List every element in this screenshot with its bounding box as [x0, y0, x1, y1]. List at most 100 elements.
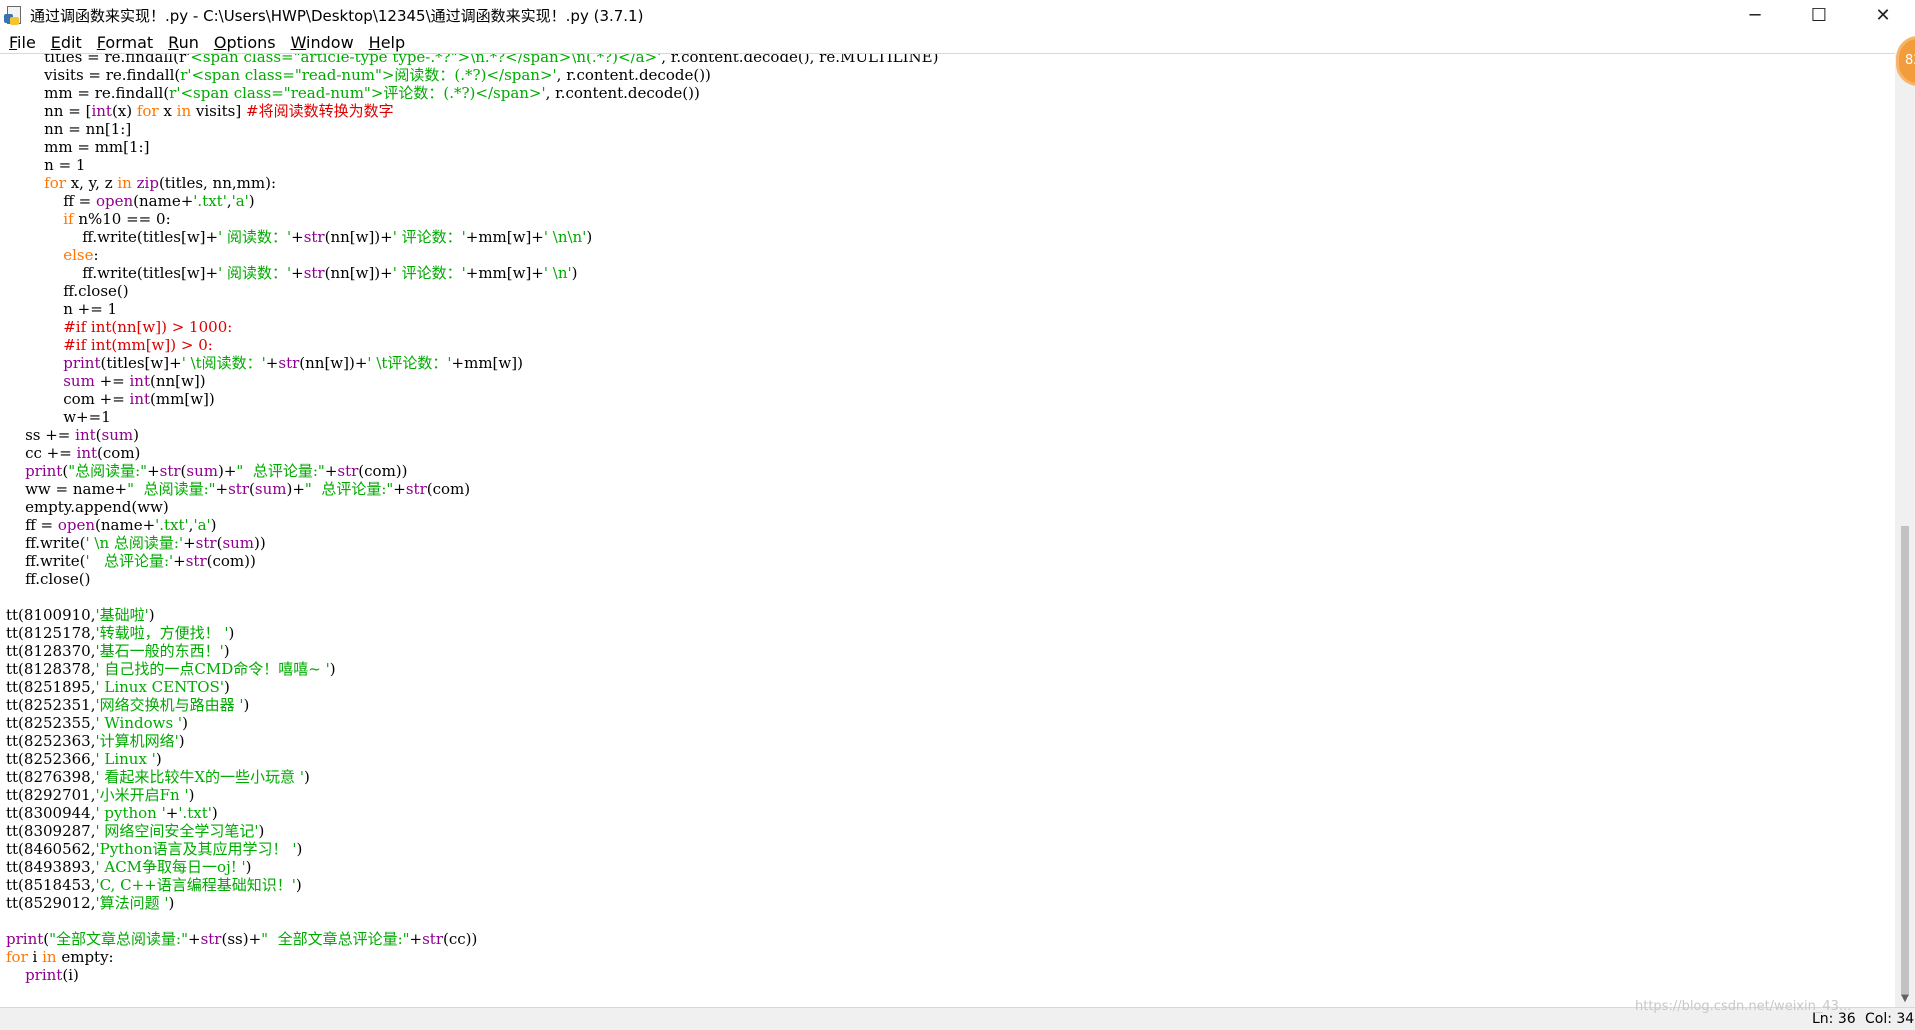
- code-token: x, y, z: [65, 174, 118, 192]
- code-line: else:: [6, 246, 938, 264]
- code-token: sum: [254, 480, 287, 498]
- code-token: " 总评论量:": [236, 462, 325, 480]
- code-token: print: [63, 354, 101, 372]
- python-idle-icon: [4, 5, 24, 25]
- code-token: )): [254, 534, 266, 552]
- code-token: ): [210, 516, 217, 534]
- code-token: +: [393, 480, 406, 498]
- code-line: visits = re.findall(r'<span class="read-…: [6, 66, 938, 84]
- code-line: n += 1: [6, 300, 938, 318]
- code-line: n = 1: [6, 156, 938, 174]
- minimize-button[interactable]: ─: [1723, 0, 1787, 30]
- code-token: tt(8460562,: [6, 840, 96, 858]
- code-token: (mm[w]): [150, 390, 215, 408]
- maximize-button[interactable]: ☐: [1787, 0, 1851, 30]
- code-token: ' 看起来比较牛X的一些小玩意 ': [95, 768, 304, 786]
- code-token: str: [195, 534, 217, 552]
- code-token: tt(8128378,: [6, 660, 96, 678]
- code-line: ff.write(titles[w]+' 阅读数：'+str(nn[w])+' …: [6, 228, 938, 246]
- code-token: ' \t评论数：': [367, 354, 452, 372]
- menu-format[interactable]: Format: [95, 33, 155, 52]
- code-token: ' 自己找的一点CMD命令！嘻嘻~ ': [95, 660, 330, 678]
- code-token: " 总阅读量:": [127, 480, 216, 498]
- code-token: (titles, nn,mm):: [158, 174, 276, 192]
- code-line: tt(8529012,'算法问题 '): [6, 894, 938, 912]
- code-token: (com)): [358, 462, 408, 480]
- code-line: ss += int(sum): [6, 426, 938, 444]
- code-token: +: [409, 930, 423, 948]
- code-token: tt(8276398,: [6, 768, 96, 786]
- code-text: titles = re.findall(r'<span class="artic…: [6, 54, 938, 984]
- code-token: ): [248, 192, 255, 210]
- code-token: nn = [: [6, 102, 92, 120]
- code-token: print: [25, 966, 63, 984]
- menu-options[interactable]: Options: [212, 33, 278, 52]
- code-token: in: [117, 174, 132, 192]
- code-line: ff.write(' 总评论量:'+str(com)): [6, 552, 938, 570]
- code-line: if n%10 == 0:: [6, 210, 938, 228]
- code-token: print: [6, 930, 44, 948]
- code-token: "总阅读量:": [68, 462, 148, 480]
- code-line: #if int(mm[w]) > 0:: [6, 336, 938, 354]
- code-token: tt(8252363,: [6, 732, 96, 750]
- menu-window[interactable]: Window: [289, 33, 356, 52]
- code-token: ' \n': [543, 264, 572, 282]
- code-line: tt(8460562,'Python语言及其应用学习！ '): [6, 840, 938, 858]
- code-token: , r.content.decode(), re.MULTILINE): [661, 54, 939, 66]
- code-token: +mm[w]+: [465, 264, 544, 282]
- code-token: sum: [63, 372, 95, 390]
- code-token: ): [182, 714, 188, 732]
- code-token: ): [188, 786, 195, 804]
- code-token: sum: [222, 534, 255, 552]
- scrollbar-thumb[interactable]: [1901, 526, 1909, 996]
- scroll-down-icon[interactable]: ▼: [1895, 990, 1915, 1007]
- code-token: mm = mm[1:]: [6, 138, 150, 156]
- code-token: else: [63, 246, 94, 264]
- code-token: zip: [136, 174, 159, 192]
- code-line: nn = nn[1:]: [6, 120, 938, 138]
- code-token: (x): [111, 102, 137, 120]
- menu-edit[interactable]: Edit: [49, 33, 84, 52]
- code-token: str: [337, 462, 359, 480]
- code-token: ): [211, 804, 218, 822]
- code-token: ): [178, 732, 185, 750]
- menu-run[interactable]: Run: [166, 33, 201, 52]
- code-line: ff = open(name+'.txt','a'): [6, 192, 938, 210]
- code-token: <span class="article-type type-.*?">\n.*…: [190, 54, 662, 66]
- code-token: ' 阅读数：': [218, 264, 292, 282]
- code-token: ' 总评论量:': [85, 552, 174, 570]
- code-editor[interactable]: titles = re.findall(r'<span class="artic…: [0, 54, 1895, 1007]
- code-token: ' 阅读数：': [218, 228, 292, 246]
- code-token: ss +=: [6, 426, 76, 444]
- code-line: ff.close(): [6, 282, 938, 300]
- title-bar[interactable]: 通过调函数来实现！.py - C:\Users\HWP\Desktop\1234…: [0, 0, 1915, 30]
- code-token: n += 1: [6, 300, 118, 318]
- code-token: int: [76, 444, 98, 462]
- code-token: ): [228, 624, 235, 642]
- code-line: tt(8128378,' 自己找的一点CMD命令！嘻嘻~ '): [6, 660, 938, 678]
- code-token: ' ACM争取每日一oj! ': [95, 858, 246, 876]
- code-token: cc +=: [6, 444, 77, 462]
- code-line: sum += int(nn[w]): [6, 372, 938, 390]
- menu-help[interactable]: Help: [367, 33, 407, 52]
- code-token: )+: [218, 462, 237, 480]
- code-token: :: [93, 246, 99, 264]
- vertical-scrollbar[interactable]: ▲ ▼: [1895, 54, 1915, 1007]
- status-bar: Ln: 36 Col: 34: [0, 1007, 1915, 1030]
- code-line: ff.write(titles[w]+' 阅读数：'+str(nn[w])+' …: [6, 264, 938, 282]
- menu-file[interactable]: File: [7, 33, 38, 52]
- code-token: tt(8252351,: [6, 696, 96, 714]
- code-line: tt(8252351,'网络交换机与路由器 '): [6, 696, 938, 714]
- code-token: ' 网络空间安全学习笔记': [95, 822, 259, 840]
- close-button[interactable]: ✕: [1851, 0, 1915, 30]
- code-token: visits]: [191, 102, 246, 120]
- code-token: (name+: [133, 192, 194, 210]
- code-token: empty:: [56, 948, 114, 966]
- code-token: '转载啦，方便找！ ': [95, 624, 229, 642]
- code-token: in: [42, 948, 57, 966]
- code-line: empty.append(ww): [6, 498, 938, 516]
- code-token: tt(8100910,: [6, 606, 96, 624]
- code-token: +: [173, 552, 186, 570]
